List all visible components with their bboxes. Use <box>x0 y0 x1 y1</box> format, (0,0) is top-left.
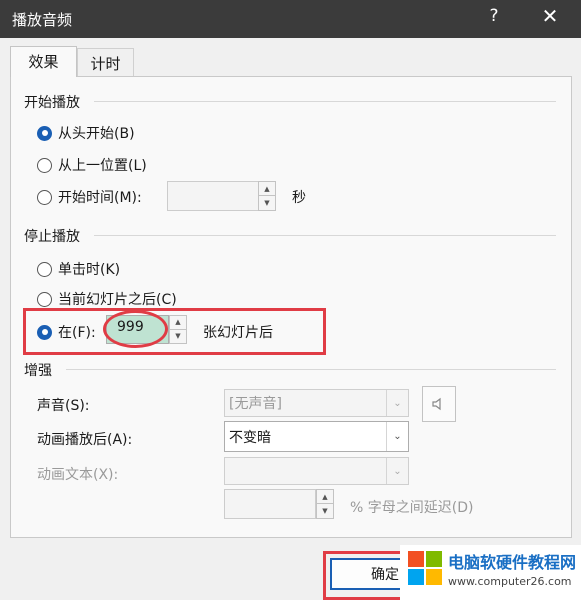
stop-play-title: 停止播放 <box>24 229 80 245</box>
radio-from-start-label: 从头开始(B) <box>58 126 135 142</box>
windows-logo-icon <box>408 551 442 587</box>
animate-text-label: 动画文本(X): <box>37 467 119 483</box>
letter-delay-input[interactable] <box>224 489 316 519</box>
sound-select[interactable]: [无声音] ⌄ <box>224 389 409 417</box>
sound-label: 声音(S): <box>37 398 90 414</box>
chevron-down-icon: ⌄ <box>386 422 408 451</box>
radio-after-current[interactable]: 当前幻灯片之后(C) <box>37 289 177 309</box>
letter-delay-spinner[interactable]: ▲ ▼ <box>316 489 334 519</box>
window-title: 播放音频 <box>12 11 73 29</box>
enhance-title: 增强 <box>24 363 52 379</box>
title-bar: 播放音频 ? ✕ <box>0 0 581 38</box>
radio-from-start[interactable]: 从头开始(B) <box>37 123 135 143</box>
radio-unchecked-icon <box>37 261 52 277</box>
highlight-ellipse <box>103 310 168 348</box>
chevron-down-icon: ⌄ <box>386 458 408 484</box>
spin-up-icon[interactable]: ▲ <box>317 490 333 504</box>
radio-on-click[interactable]: 单击时(K) <box>37 259 120 279</box>
watermark-url: www.computer26.com <box>448 575 572 588</box>
tab-effect[interactable]: 效果 <box>10 46 77 77</box>
tab-strip: 效果 计时 <box>0 38 581 77</box>
letter-delay-label: % 字母之间延迟(D) <box>350 500 474 516</box>
close-button[interactable]: ✕ <box>539 4 561 28</box>
tab-timing[interactable]: 计时 <box>77 48 134 76</box>
start-play-title: 开始播放 <box>24 95 80 111</box>
highlight-box <box>23 308 326 355</box>
chevron-down-icon: ⌄ <box>386 390 408 416</box>
watermark-name: 电脑软硬件教程网 <box>448 553 577 572</box>
radio-unchecked-icon <box>37 189 52 205</box>
sound-select-value: [无声音] <box>229 396 282 412</box>
radio-start-time-label: 开始时间(M): <box>58 190 142 206</box>
start-time-spinner[interactable]: ▲ ▼ <box>258 181 276 211</box>
animate-text-select[interactable]: ⌄ <box>224 457 409 485</box>
radio-unchecked-icon <box>37 157 52 173</box>
help-button[interactable]: ? <box>484 6 504 26</box>
after-animation-label: 动画播放后(A): <box>37 432 133 448</box>
watermark: 电脑软硬件教程网 www.computer26.com <box>400 545 581 600</box>
radio-after-current-label: 当前幻灯片之后(C) <box>58 292 177 308</box>
seconds-unit: 秒 <box>292 190 306 206</box>
speaker-button[interactable] <box>422 386 456 422</box>
radio-start-time[interactable]: 开始时间(M): <box>37 187 142 207</box>
group-divider <box>94 101 556 102</box>
radio-unchecked-icon <box>37 291 52 307</box>
after-animation-select[interactable]: 不变暗 ⌄ <box>224 421 409 452</box>
spin-down-icon[interactable]: ▼ <box>317 504 333 518</box>
group-divider <box>66 369 556 370</box>
spin-up-icon[interactable]: ▲ <box>259 182 275 196</box>
radio-checked-icon <box>37 125 52 141</box>
group-divider <box>94 235 556 236</box>
radio-on-click-label: 单击时(K) <box>58 262 121 278</box>
radio-from-last[interactable]: 从上一位置(L) <box>37 155 147 175</box>
speaker-icon <box>432 397 441 411</box>
spin-down-icon[interactable]: ▼ <box>259 196 275 210</box>
after-animation-value: 不变暗 <box>229 429 271 446</box>
radio-from-last-label: 从上一位置(L) <box>58 158 147 174</box>
start-time-input[interactable] <box>167 181 259 211</box>
